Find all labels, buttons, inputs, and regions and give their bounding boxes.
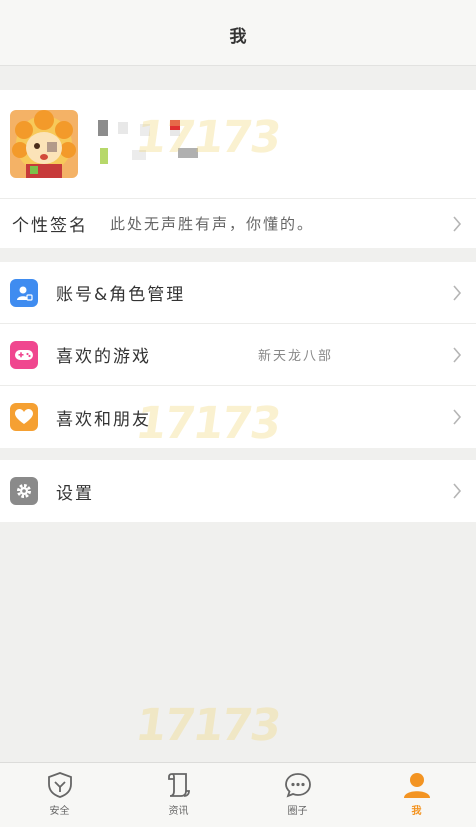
account-icon bbox=[10, 278, 38, 307]
person-icon bbox=[403, 773, 430, 798]
tab-news[interactable]: 资讯 bbox=[119, 763, 238, 827]
menu-item-account[interactable]: 账号&角色管理 bbox=[0, 262, 476, 324]
menu-label-settings: 设置 bbox=[56, 483, 94, 504]
signature-value: 此处无声胜有声，你懂的。 bbox=[110, 215, 315, 233]
top-bar: 我 bbox=[0, 0, 476, 66]
menu-item-friends[interactable]: 喜欢和朋友 bbox=[0, 386, 476, 448]
chevron-right-icon bbox=[453, 347, 462, 363]
tab-label-security: 安全 bbox=[49, 806, 70, 817]
menu-group-settings: 设置 bbox=[0, 460, 476, 522]
tab-label-me: 我 bbox=[411, 806, 422, 817]
shield-icon bbox=[47, 772, 72, 798]
tab-security[interactable]: 安全 bbox=[0, 763, 119, 827]
bottom-tab-bar: 安全 资讯 圈子 我 bbox=[0, 762, 476, 827]
menu-label-account: 账号&角色管理 bbox=[56, 285, 186, 305]
watermark: 17173 bbox=[132, 700, 283, 751]
profile-card[interactable] bbox=[0, 90, 476, 198]
tab-community[interactable]: 圈子 bbox=[238, 763, 357, 827]
heart-icon bbox=[10, 403, 38, 431]
avatar[interactable] bbox=[10, 110, 78, 178]
menu-item-games[interactable]: 喜欢的游戏 新天龙八部 bbox=[0, 324, 476, 386]
chevron-right-icon bbox=[453, 216, 462, 232]
chat-bubble-icon bbox=[284, 773, 311, 798]
menu-label-games: 喜欢的游戏 bbox=[56, 347, 151, 367]
favorite-game-name: 新天龙八部 bbox=[258, 349, 334, 364]
page-title: 我 bbox=[229, 27, 247, 47]
signature-row[interactable]: 个性签名 此处无声胜有声，你懂的。 bbox=[0, 198, 476, 248]
tab-label-community: 圈子 bbox=[287, 806, 308, 817]
chevron-right-icon bbox=[453, 409, 462, 425]
gamepad-icon bbox=[10, 340, 38, 369]
tab-label-news: 资讯 bbox=[168, 806, 189, 817]
chevron-right-icon bbox=[453, 285, 462, 301]
username-blur bbox=[98, 120, 188, 136]
chevron-right-icon bbox=[453, 483, 462, 499]
gear-icon bbox=[10, 477, 38, 505]
menu-label-friends: 喜欢和朋友 bbox=[56, 409, 151, 430]
scroll-icon bbox=[167, 773, 190, 797]
menu-item-settings[interactable]: 设置 bbox=[0, 460, 476, 522]
menu-group-main: 账号&角色管理 喜欢的游戏 新天龙八部 喜欢和朋友 bbox=[0, 262, 476, 448]
user-details-blur bbox=[98, 146, 208, 166]
tab-me[interactable]: 我 bbox=[357, 763, 476, 827]
signature-label: 个性签名 bbox=[12, 216, 88, 236]
